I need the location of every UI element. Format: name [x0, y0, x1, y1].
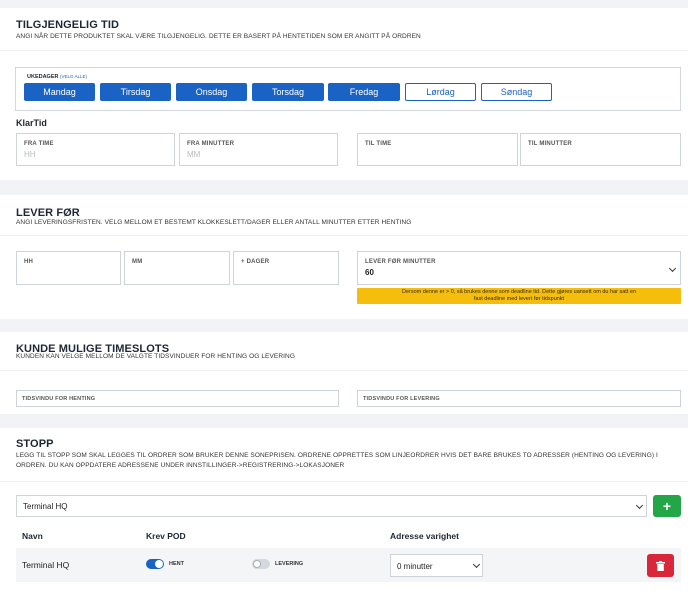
pickup-toggle-knob: [155, 560, 163, 568]
column-header-pod: Krev POD: [146, 531, 186, 541]
to-hour-label: TIL TIME: [365, 141, 392, 147]
weekday-button-1[interactable]: Mandag: [24, 83, 95, 101]
from-hour-placeholder: HH: [24, 150, 36, 159]
deliver-minutes-value: 60: [365, 268, 374, 277]
duration-select-value: 0 minutter: [397, 562, 433, 571]
weekday-button-4[interactable]: Torsdag: [252, 83, 324, 101]
deliver-hh-field[interactable]: HH: [16, 251, 121, 285]
to-minutes-label: TIL MINUTTER: [528, 141, 572, 147]
deliver-mm-label: MM: [132, 259, 143, 265]
column-header-duration: Adresse varighet: [390, 531, 459, 541]
weekday-button-6[interactable]: Lørdag: [405, 83, 476, 101]
deliver-before-divider: [0, 235, 688, 236]
duration-select[interactable]: 0 minutter: [390, 554, 483, 577]
deliver-before-subtitle: ANGI LEVERINGSFRISTEN. VELG MELLOM ET BE…: [16, 219, 412, 226]
add-stop-button[interactable]: +: [653, 495, 681, 517]
timeslots-divider: [0, 370, 688, 371]
delivery-toggle-knob: [253, 560, 261, 568]
location-select-value: Terminal HQ: [23, 502, 68, 511]
chevron-down-icon: [668, 264, 677, 273]
weekday-button-7[interactable]: Søndag: [481, 83, 552, 101]
deliver-days-label: + DAGER: [241, 259, 270, 265]
stops-divider: [0, 481, 688, 482]
pickup-pod-label: HENT: [169, 561, 184, 567]
from-minutes-label: FRA MINUTTER: [187, 141, 235, 147]
location-select[interactable]: Terminal HQ: [16, 495, 647, 517]
deadline-warning-text: Dersom denne er > 0, så brukes denne som…: [401, 289, 637, 302]
pickup-timeslot-label: TIDSVINDU FOR HENTING: [22, 396, 96, 402]
deadline-warning: Dersom denne er > 0, så brukes denne som…: [357, 288, 681, 304]
pickup-timeslot-field[interactable]: TIDSVINDU FOR HENTING: [16, 390, 339, 407]
delete-stop-button[interactable]: [647, 554, 674, 577]
availability-title: TILGJENGELIG TID: [16, 19, 120, 31]
from-hour-label: FRA TIME: [24, 141, 54, 147]
weekdays-label: UKEDAGER (VELG ALLE): [27, 74, 87, 80]
select-all-link[interactable]: (VELG ALLE): [60, 74, 87, 79]
deliver-hh-label: HH: [24, 259, 34, 265]
deliver-days-field[interactable]: + DAGER: [233, 251, 339, 285]
delivery-timeslot-label: TIDSVINDU FOR LEVERING: [363, 396, 440, 402]
klartid-label: KlarTid: [16, 118, 47, 128]
stops-subtitle: LEGG TIL STOPP SOM SKAL LEGGES TIL ORDRE…: [16, 452, 658, 469]
weekday-button-5[interactable]: Fredag: [328, 83, 400, 101]
from-minutes-field[interactable]: FRA MINUTTER MM: [179, 133, 338, 166]
delivery-timeslot-field[interactable]: TIDSVINDU FOR LEVERING: [357, 390, 681, 407]
weekdays-label-text: UKEDAGER: [27, 74, 59, 80]
timeslots-subtitle: KUNDEN KAN VELGE MELLOM DE VALGTE TIDSVI…: [16, 353, 295, 360]
availability-divider: [0, 50, 688, 51]
weekday-button-3[interactable]: Onsdag: [176, 83, 247, 101]
delivery-pod-label: LEVERING: [275, 561, 304, 567]
from-minutes-placeholder: MM: [187, 150, 201, 159]
to-minutes-field[interactable]: TIL MINUTTER: [520, 133, 681, 166]
availability-subtitle: ANGI NÅR DETTE PRODUKTET SKAL VÆRE TILGJ…: [16, 33, 421, 40]
stops-title: STOPP: [16, 438, 54, 450]
delivery-pod-toggle[interactable]: [252, 559, 270, 569]
weekday-button-2[interactable]: Tirsdag: [100, 83, 171, 101]
chevron-down-icon: [635, 501, 644, 510]
column-header-name: Navn: [22, 531, 43, 541]
deliver-mm-field[interactable]: MM: [124, 251, 230, 285]
deliver-minutes-select[interactable]: LEVER FØR MINUTTER 60: [357, 251, 681, 285]
deliver-minutes-label: LEVER FØR MINUTTER: [365, 259, 436, 265]
from-hour-field[interactable]: FRA TIME HH: [16, 133, 175, 166]
chevron-down-icon: [472, 560, 481, 569]
to-hour-field[interactable]: TIL TIME: [357, 133, 518, 166]
plus-icon: +: [662, 498, 672, 514]
pickup-pod-toggle[interactable]: [146, 559, 164, 569]
table-row: Terminal HQ HENT LEVERING 0 minutter: [16, 548, 681, 582]
stop-name: Terminal HQ: [22, 560, 70, 570]
trash-icon: [656, 560, 665, 571]
